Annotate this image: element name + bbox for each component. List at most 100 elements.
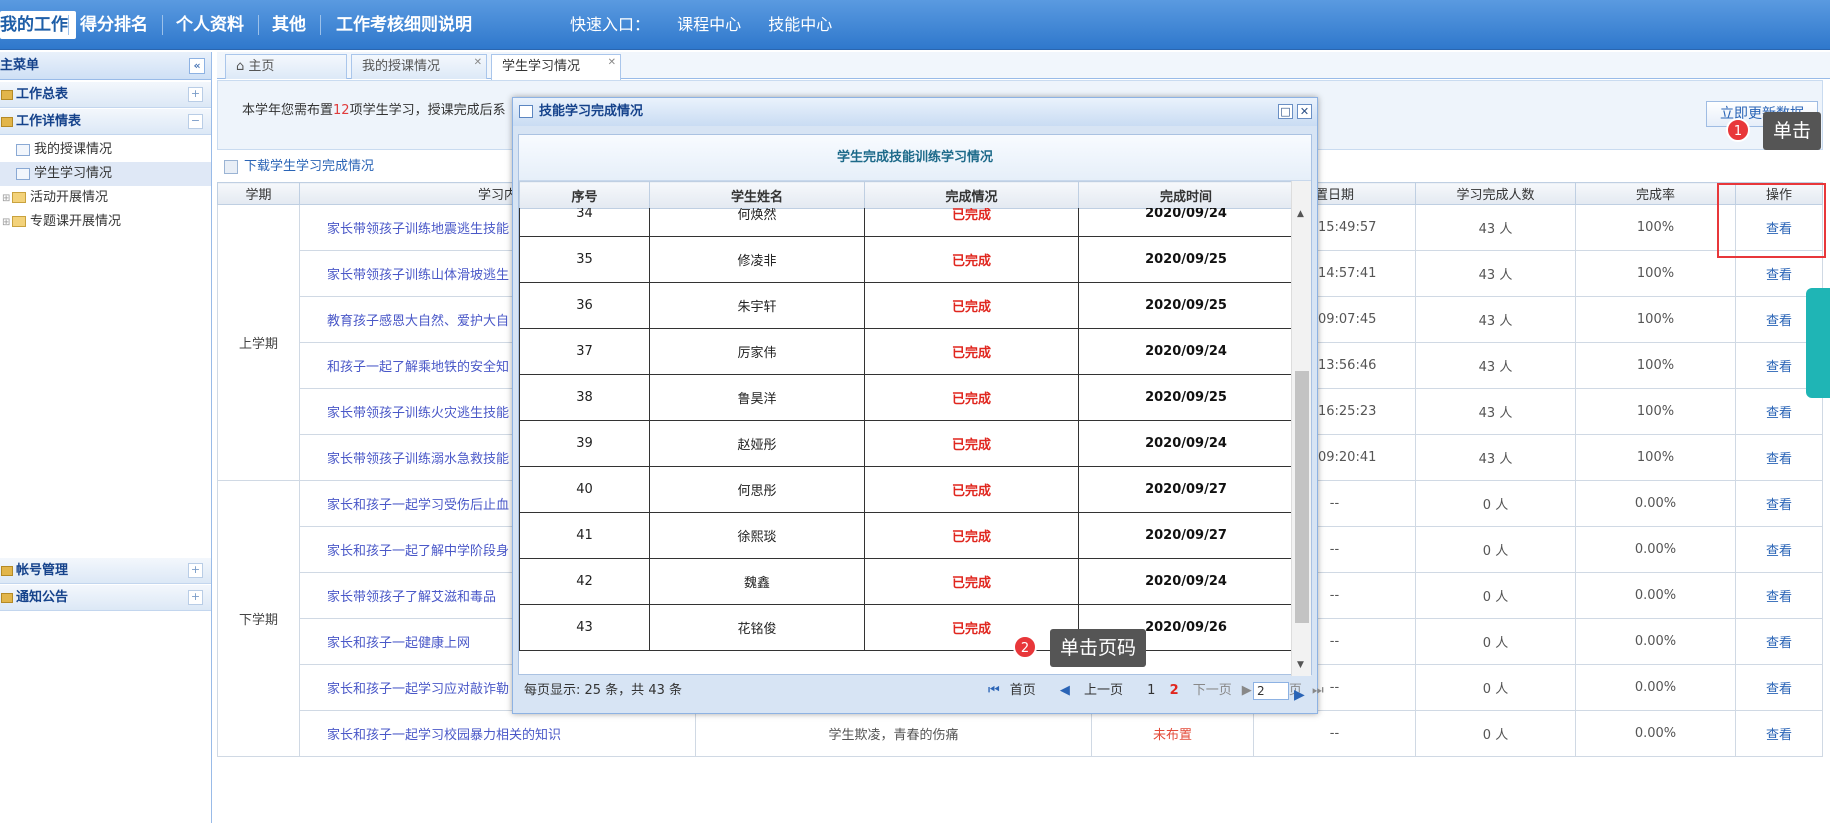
tab-my-teaching[interactable]: 我的授课情况 ✕ [351,54,487,79]
sidebar-item-special-courses[interactable]: ⊞ 专题课开展情况 [0,210,211,234]
sidebar-section-notices[interactable]: 通知公告 + [0,585,211,611]
tab-home[interactable]: ⌂ 主页 [225,54,347,79]
prev-page-button[interactable]: ◀ 上一页 [1060,683,1133,698]
col-time: 完成时间 [1078,181,1294,209]
student-name: 厉家伟 [649,328,865,375]
scroll-down-icon[interactable]: ▼ [1297,660,1304,670]
completion-time: 2020/09/24 [1078,558,1293,605]
completion-status: 已完成 [864,466,1079,513]
sidebar-item-student-learning[interactable]: 学生学习情况 [0,162,211,186]
skill-completion-dialog: 技能学习完成情况 □ ✕ 学生完成技能训练学习情况 序号 学生姓名 完成情况 完… [512,97,1324,714]
chat-widget-icon[interactable] [1806,288,1830,398]
sidebar-section-work-summary[interactable]: 工作总表 + [0,82,211,108]
completion-time: 2020/09/25 [1078,282,1293,329]
completion-time: 2020/09/27 [1078,466,1293,513]
quick-link-course-center[interactable]: 课程中心 [677,15,741,34]
expand-icon[interactable]: + [188,590,203,605]
close-tab-icon[interactable]: ✕ [608,51,616,74]
completion-rate: 100% [1575,296,1736,343]
completion-time: 2020/09/24 [1078,420,1293,467]
sidebar: 主菜单 « 工作总表 + 工作详情表 − 我的授课情况 学生学习情况 ⊞ 活动开展… [0,52,212,823]
step-1-badge: 1 [1726,118,1750,142]
last-page-icon: ⏭ [1311,683,1324,698]
completion-status: 已完成 [864,328,1079,375]
collapse-sidebar-icon[interactable]: « [189,58,205,74]
page-number-input[interactable]: 2 [1253,682,1289,700]
document-icon [16,143,30,156]
first-page-button[interactable]: ⏮ 首页 [988,683,1046,698]
student-no: 43 [519,604,650,651]
vertical-scrollbar[interactable]: ▲ ▼ [1291,181,1311,676]
sidebar-title: 主菜单 [0,58,40,73]
dialog-header: 技能学习完成情况 □ ✕ [513,98,1317,126]
nav-separator [258,15,259,35]
folder-icon [12,216,26,227]
student-table: 34 何焕然 已完成 2020/09/24 35 修凌非 已完成 2020/09/25 36 朱宇… [519,208,1293,651]
step-2-tip: 单击页码 [1050,629,1147,667]
scroll-up-icon[interactable]: ▲ [1297,209,1304,219]
student-no: 37 [519,328,650,375]
student-row: 35 修凌非 已完成 2020/09/25 [519,236,1293,283]
completion-time: 2020/09/27 [1078,512,1293,559]
close-icon[interactable]: ✕ [1297,104,1312,119]
tree-expand-icon[interactable]: ⊞ [2,211,12,235]
expand-icon[interactable]: + [188,87,203,102]
completion-status: 已完成 [864,420,1079,467]
completion-rate: 0.00% [1575,572,1736,619]
student-name: 徐熙琰 [649,512,865,559]
view-link[interactable]: 查看 [1735,480,1823,527]
sidebar-item-my-teaching[interactable]: 我的授课情况 [0,138,211,162]
completion-count: 0 人 [1415,664,1576,711]
pager: 每页显示: 25 条，共 43 条 ⏮首页 ◀ 上一页 1 2 下一页▶ 末页⏭… [518,676,1324,706]
student-name: 鲁昊洋 [649,374,865,421]
sidebar-section-work-details[interactable]: 工作详情表 − [0,109,211,135]
view-link[interactable]: 查看 [1735,526,1823,573]
view-link[interactable]: 查看 [1735,434,1823,481]
student-no: 36 [519,282,650,329]
student-row: 40 何思彤 已完成 2020/09/27 [519,466,1293,513]
nav-profile[interactable]: 个人资料 [176,11,244,39]
sidebar-section-account[interactable]: 帐号管理 + [0,558,211,584]
sidebar-item-activities[interactable]: ⊞ 活动开展情况 [0,186,211,210]
view-link[interactable]: 查看 [1735,710,1823,757]
document-icon [16,167,30,180]
pager-nav: ⏮首页 ◀ 上一页 1 2 下一页▶ 末页⏭ [988,676,1344,706]
pager-info: 每页显示: 25 条，共 43 条 [524,683,682,698]
dialog-body: 学生完成技能训练学习情况 序号 学生姓名 完成情况 完成时间 34 何焕然 已完成 2… [518,134,1312,676]
collapse-icon[interactable]: − [188,114,203,129]
window-icon [519,105,533,118]
dialog-title: 技能学习完成情况 [539,104,644,119]
nav-assessment-rules[interactable]: 工作考核细则说明 [336,11,472,39]
col-rate: 完成率 [1575,182,1736,205]
nav-separator [68,15,69,35]
nav-my-work[interactable]: 我的工作 [0,11,76,39]
student-row: 36 朱宇轩 已完成 2020/09/25 [519,282,1293,329]
next-page-button[interactable]: 下一页 ▶ [1193,683,1262,698]
step-2-badge: 2 [1013,635,1037,659]
nav-ranking[interactable]: 得分排名 [80,11,148,39]
folder-icon [1,565,13,576]
quick-link-skill-center[interactable]: 技能中心 [768,15,832,34]
student-table-scroll[interactable]: 34 何焕然 已完成 2020/09/24 35 修凌非 已完成 2020/09/25 36 朱宇… [519,208,1293,674]
term-cell: 上学期 [217,204,300,481]
nav-other[interactable]: 其他 [272,11,306,39]
download-link[interactable]: 下载学生学习完成情况 [224,156,374,178]
completion-rate: 0.00% [1575,664,1736,711]
completion-rate: 100% [1575,204,1736,251]
view-link[interactable]: 查看 [1735,572,1823,619]
col-name: 学生姓名 [649,181,865,209]
view-link[interactable]: 查看 [1735,664,1823,711]
page-1-link[interactable]: 1 [1147,683,1155,698]
maximize-icon[interactable]: □ [1278,104,1293,119]
go-page-icon[interactable]: ▶ [1294,680,1305,710]
student-row: 34 何焕然 已完成 2020/09/24 [519,208,1293,237]
close-tab-icon[interactable]: ✕ [474,51,482,74]
content-title-link[interactable]: 家长和孩子一起学习校园暴力相关的知识 [299,710,696,757]
status-cell: 未布置 [1091,710,1254,757]
expand-icon[interactable]: + [188,563,203,578]
view-link[interactable]: 查看 [1735,618,1823,665]
tree-expand-icon[interactable]: ⊞ [2,187,12,211]
scroll-thumb[interactable] [1295,371,1309,623]
page-2-link[interactable]: 2 [1170,683,1179,698]
tab-student-learning[interactable]: 学生学习情况 ✕ [491,54,621,80]
